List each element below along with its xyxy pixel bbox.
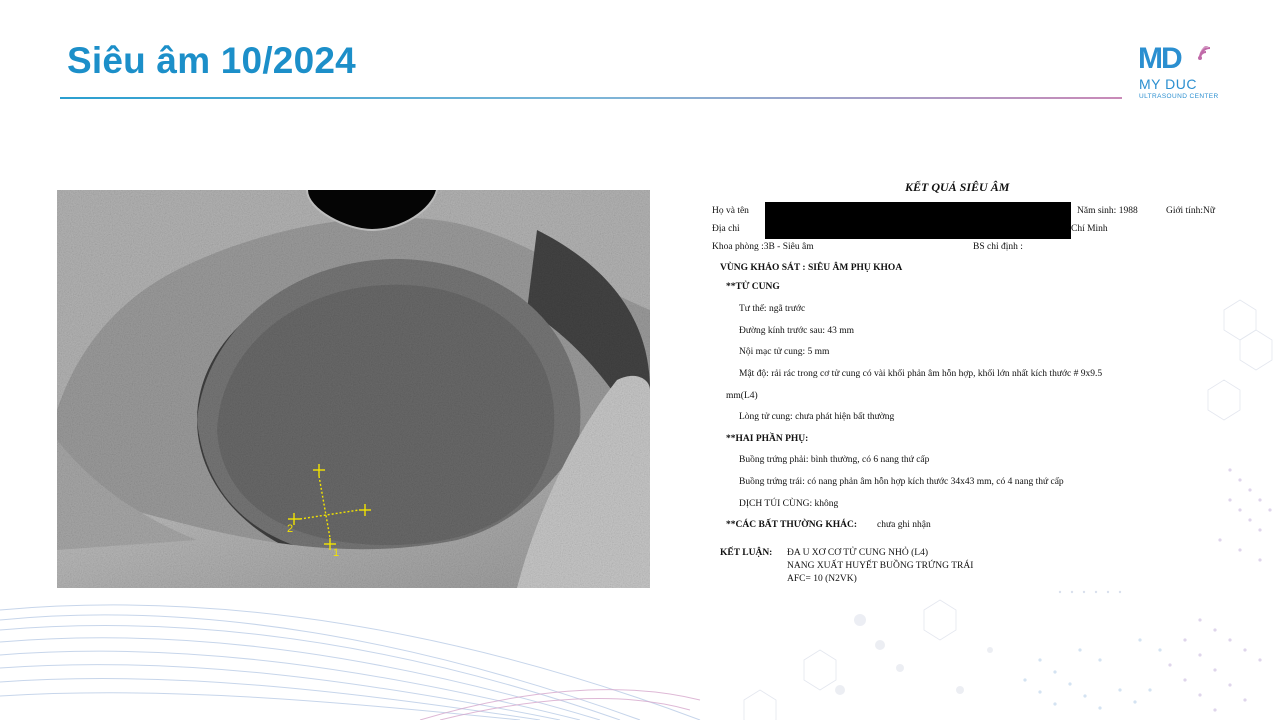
gender: Giới tính:Nữ (1166, 206, 1215, 216)
address-tail: Chí Minh (1071, 224, 1108, 234)
ultrasound-image: 2 1 (57, 190, 650, 588)
uterus-position: Tư thế: ngã trước (739, 304, 806, 314)
left-ovary: Buồng trứng trái: có nang phản âm hỗn hợ… (739, 477, 1064, 487)
myometrium-density: Mật độ: rải rác trong cơ tử cung có vài … (739, 369, 1103, 379)
conclusion-line-1: ĐA U XƠ CƠ TỬ CUNG NHỎ (L4) (787, 548, 928, 558)
department: Khoa phòng :3B - Siêu âm (712, 242, 814, 252)
referring-doctor: BS chỉ định : (973, 242, 1023, 252)
birth-year: Năm sinh: 1988 (1077, 206, 1138, 216)
conclusion-line-2: NANG XUẤT HUYẾT BUỒNG TRỨNG TRÁI (787, 561, 974, 571)
ultrasound-report: KẾT QUẢ SIÊU ÂM Họ và tên Năm sinh: 1988… (705, 178, 1225, 598)
cul-de-sac: DỊCH TÚI CÙNG: không (739, 499, 839, 509)
logo-name: MY DUC (1139, 76, 1197, 92)
myometrium-density-cont: mm(L4) (726, 391, 758, 401)
logo: MD MY DUC ULTRASOUND CENTER (1136, 40, 1232, 104)
uterine-cavity: Lòng tử cung: chưa phát hiện bất thường (739, 412, 895, 422)
sound-wave-icon (1198, 46, 1211, 60)
endometrium: Nội mạc tử cung: 5 mm (739, 347, 830, 357)
right-ovary: Buồng trứng phải: bình thường, có 6 nang… (739, 455, 930, 465)
other-findings-heading: **CÁC BẤT THƯỜNG KHÁC: (726, 520, 857, 530)
logo-subtitle: ULTRASOUND CENTER (1139, 93, 1219, 100)
address-label: Địa chỉ (712, 224, 740, 234)
caliper-label-1: 1 (333, 547, 340, 559)
name-label: Họ và tên (712, 206, 749, 216)
conclusion-label: KẾT LUẬN: (720, 548, 773, 558)
other-findings-value: chưa ghi nhận (877, 520, 931, 530)
redaction-bar (765, 202, 1071, 239)
adnexa-heading: **HAI PHẦN PHỤ: (726, 434, 809, 444)
logo-mark: MD (1138, 42, 1183, 75)
exam-area: VÙNG KHẢO SÁT : SIÊU ÂM PHỤ KHOA (720, 263, 903, 273)
caliper-label-2: 2 (287, 523, 294, 535)
ultrasound-scan (57, 190, 650, 588)
slide-title: Siêu âm 10/2024 (67, 40, 356, 81)
title-divider (60, 97, 1122, 99)
uterus-diameter: Đường kính trước sau: 43 mm (739, 326, 855, 336)
conclusion-line-3: AFC= 10 (N2VK) (787, 574, 857, 584)
uterus-heading: **TỬ CUNG (726, 282, 780, 292)
report-title: KẾT QUẢ SIÊU ÂM (905, 180, 1010, 194)
